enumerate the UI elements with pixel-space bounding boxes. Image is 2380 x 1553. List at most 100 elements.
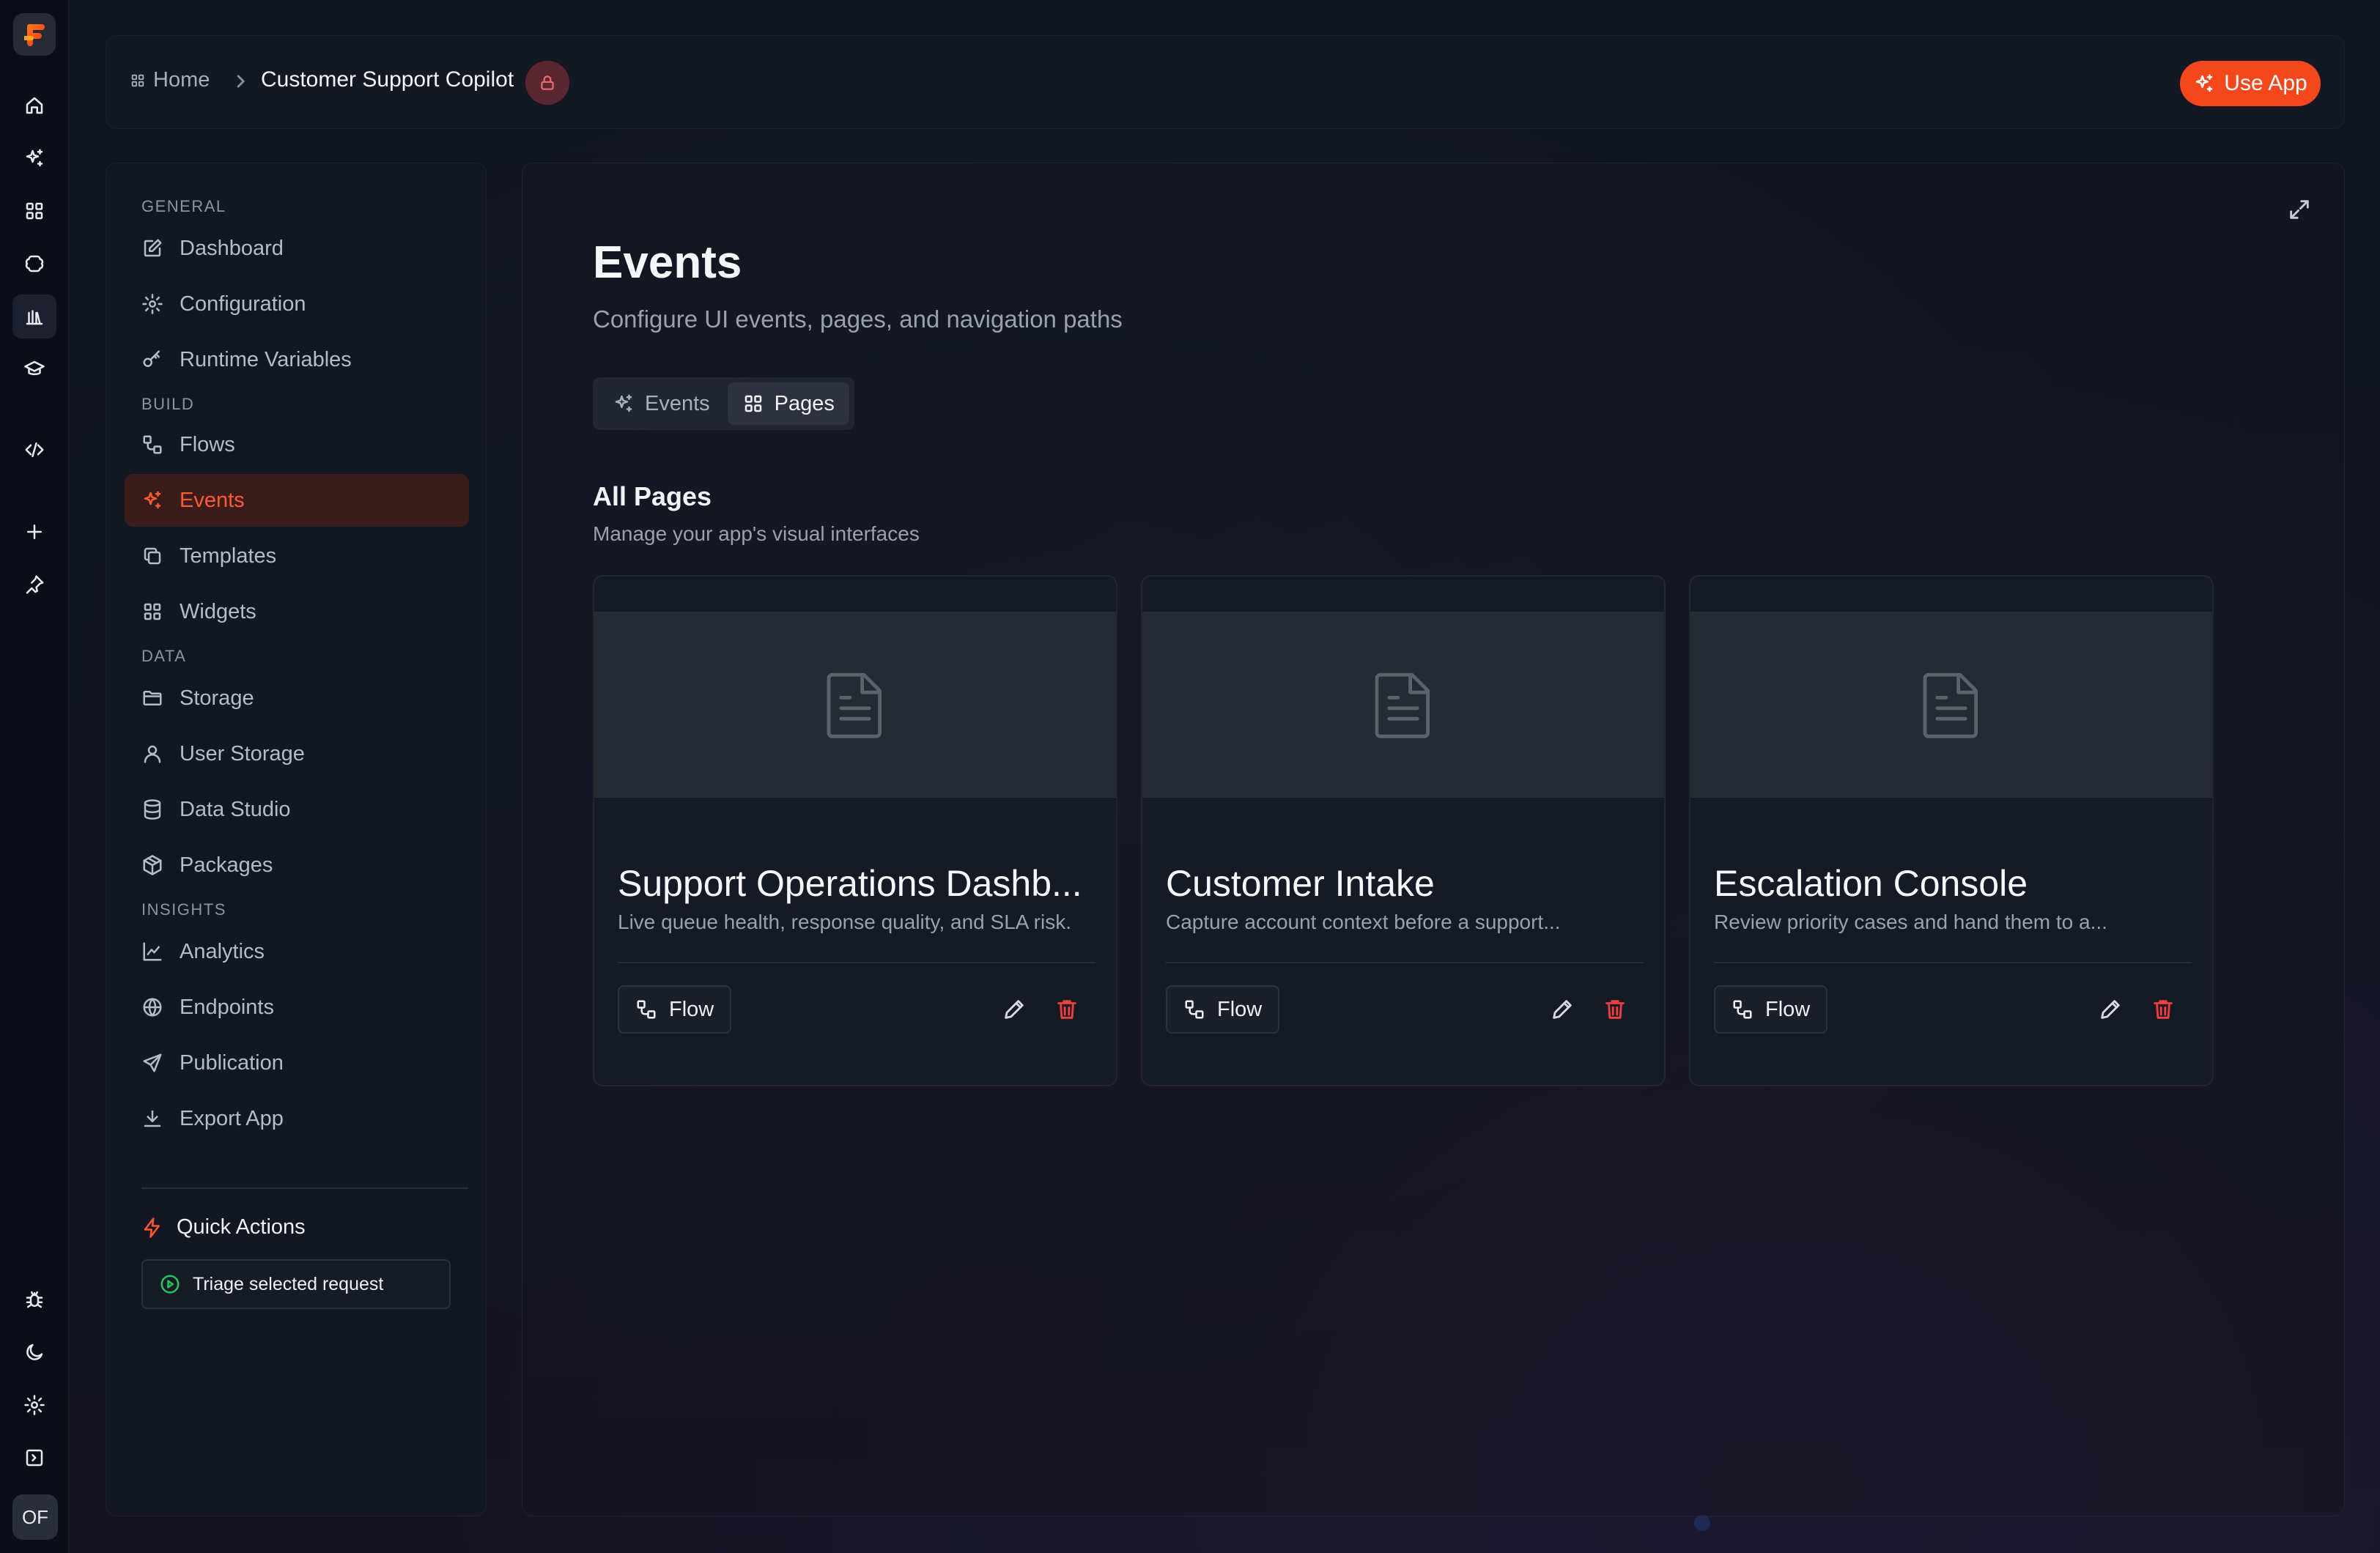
library-icon[interactable] xyxy=(12,294,56,338)
sidebar-item-widgets[interactable]: Widgets xyxy=(125,585,469,638)
sidebar-item-label: Widgets xyxy=(180,599,256,623)
trash-icon[interactable] xyxy=(2151,997,2176,1022)
sidebar-item-label: User Storage xyxy=(180,741,305,766)
flow-button[interactable]: Flow xyxy=(1166,985,1280,1034)
app-logo[interactable] xyxy=(13,13,56,56)
expand-icon[interactable] xyxy=(2287,197,2312,222)
sidebar-item-label: Endpoints xyxy=(180,995,274,1019)
globe-icon xyxy=(143,998,162,1017)
sparkles-icon xyxy=(144,491,161,509)
page-subtitle: Configure UI events, pages, and navigati… xyxy=(593,305,1123,333)
section-label-data: DATA xyxy=(141,647,187,665)
sidebar-item-label: Publication xyxy=(180,1050,284,1075)
sidebar-item-label: Flows xyxy=(180,432,235,456)
key-icon xyxy=(143,350,160,367)
section-label-insights: INSIGHTS xyxy=(141,900,226,919)
user-icon xyxy=(144,745,161,763)
send-icon xyxy=(143,1053,162,1072)
top-bar: Home Customer Support Copilot Use App xyxy=(106,35,2345,129)
grid-icon[interactable] xyxy=(12,189,56,233)
trash-icon[interactable] xyxy=(1603,997,1627,1022)
breadcrumb-current: Customer Support Copilot xyxy=(261,67,514,92)
moon-icon[interactable] xyxy=(12,1330,56,1374)
sidebar-item-dashboard[interactable]: Dashboard xyxy=(125,222,469,275)
sidebar-item-label: Analytics xyxy=(180,939,265,963)
sidebar-item-label: Events xyxy=(180,488,245,512)
breadcrumb-home[interactable]: Home xyxy=(130,68,210,92)
pencil-icon[interactable] xyxy=(1002,997,1027,1022)
brain-icon[interactable] xyxy=(12,242,56,286)
sidebar-item-publication[interactable]: Publication xyxy=(125,1037,469,1089)
app-rail: OF xyxy=(0,0,69,1553)
plus-icon[interactable] xyxy=(12,510,56,554)
code-icon[interactable] xyxy=(12,428,56,472)
page-card-description: Live queue health, response quality, and… xyxy=(618,911,1071,933)
sidebar-item-label: Export App xyxy=(180,1106,284,1130)
section-subtitle: Manage your app's visual interfaces xyxy=(593,522,920,545)
pencil-icon[interactable] xyxy=(2098,997,2123,1022)
main-panel: Events Configure UI events, pages, and n… xyxy=(522,163,2345,1516)
sparkles-icon[interactable] xyxy=(12,136,56,180)
page-card-description: Review priority cases and hand them to a… xyxy=(1714,911,2107,933)
avatar[interactable]: OF xyxy=(12,1494,58,1540)
quick-action-button[interactable]: Triage selected request xyxy=(141,1259,451,1309)
page-thumbnail xyxy=(594,612,1116,798)
workflow-icon xyxy=(143,435,162,454)
sidebar-item-configuration[interactable]: Configuration xyxy=(125,278,469,330)
sparkles-icon xyxy=(615,394,632,412)
graduation-cap-icon[interactable] xyxy=(12,347,56,391)
tab-events[interactable]: Events xyxy=(598,382,725,425)
gear-icon[interactable] xyxy=(12,1383,56,1427)
page-thumbnail xyxy=(1142,612,1664,798)
page-title: Events xyxy=(593,237,742,288)
gear-icon xyxy=(142,294,163,314)
package-icon xyxy=(143,855,162,875)
sidebar-item-label: Packages xyxy=(180,853,273,877)
document-icon xyxy=(1923,672,1978,738)
sidebar-item-analytics[interactable]: Analytics xyxy=(125,925,469,978)
workflow-icon xyxy=(1185,1000,1204,1019)
trash-icon[interactable] xyxy=(1054,997,1079,1022)
page-card[interactable]: Customer Intake Capture account context … xyxy=(1141,575,1666,1086)
grid-icon xyxy=(744,395,761,412)
pin-icon[interactable] xyxy=(12,563,56,607)
page-card[interactable]: Support Operations Dashb... Live queue h… xyxy=(593,575,1117,1086)
page-card-description: Capture account context before a support… xyxy=(1166,911,1561,933)
chart-line-icon xyxy=(143,942,162,961)
page-card[interactable]: Escalation Console Review priority cases… xyxy=(1689,575,2214,1086)
quick-actions-title: Quick Actions xyxy=(141,1215,306,1239)
bug-icon[interactable] xyxy=(12,1278,56,1322)
lock-badge[interactable] xyxy=(525,61,569,105)
home-icon[interactable] xyxy=(12,84,56,127)
pencil-icon[interactable] xyxy=(1550,997,1575,1022)
flow-label: Flow xyxy=(669,997,714,1021)
use-app-label: Use App xyxy=(2224,71,2307,95)
sidebar-item-flows[interactable]: Flows xyxy=(125,418,469,471)
flow-button[interactable]: Flow xyxy=(1714,985,1828,1034)
sparkles-icon xyxy=(2196,74,2213,92)
page-card-title: Escalation Console xyxy=(1714,863,2028,904)
download-icon xyxy=(144,1110,161,1127)
sidebar-item-export-app[interactable]: Export App xyxy=(125,1092,469,1145)
tab-label: Events xyxy=(645,391,710,415)
sidebar-item-endpoints[interactable]: Endpoints xyxy=(125,981,469,1034)
sidebar-item-runtime-variables[interactable]: Runtime Variables xyxy=(125,333,469,386)
use-app-button[interactable]: Use App xyxy=(2180,61,2321,106)
sidebar-item-packages[interactable]: Packages xyxy=(125,839,469,892)
sidebar-item-data-studio[interactable]: Data Studio xyxy=(125,783,469,836)
sidebar-item-storage[interactable]: Storage xyxy=(125,672,469,724)
tab-pages[interactable]: Pages xyxy=(727,382,849,425)
flow-button[interactable]: Flow xyxy=(618,985,732,1034)
workflow-icon xyxy=(637,1000,656,1019)
app-sidebar: GENERAL Dashboard Configuration Runtime … xyxy=(106,163,487,1516)
panel-toggle-icon[interactable] xyxy=(12,1436,56,1480)
sidebar-item-events[interactable]: Events xyxy=(125,474,469,527)
lightning-icon xyxy=(144,1217,160,1238)
flow-label: Flow xyxy=(1765,997,1811,1021)
sidebar-item-label: Templates xyxy=(180,544,277,568)
sidebar-item-user-storage[interactable]: User Storage xyxy=(125,727,469,780)
workflow-icon xyxy=(1733,1000,1752,1019)
page-card-title: Support Operations Dashb... xyxy=(618,863,1082,904)
sidebar-item-templates[interactable]: Templates xyxy=(125,530,469,582)
quick-actions-label: Quick Actions xyxy=(177,1215,306,1239)
